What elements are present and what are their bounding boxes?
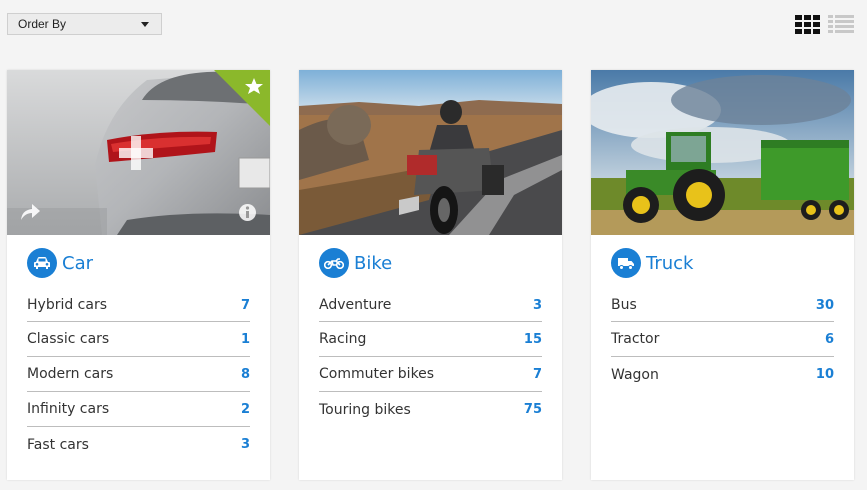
subcategory-list: Hybrid cars 7 Classic cars 1 Modern cars 8 … [27, 289, 250, 462]
list-item[interactable]: Touring bikes 75 [319, 392, 542, 427]
list-item-label: Touring bikes [319, 401, 411, 418]
list-item-count: 6 [824, 331, 834, 347]
plus-icon[interactable] [117, 134, 155, 172]
list-item[interactable]: Commuter bikes 7 [319, 357, 542, 392]
category-header-bike[interactable]: Bike [319, 247, 542, 279]
list-item[interactable]: Wagon 10 [611, 357, 834, 392]
list-item[interactable]: Fast cars 3 [27, 427, 250, 462]
list-item-label: Racing [319, 331, 367, 347]
list-item-label: Bus [611, 297, 637, 313]
subcategory-list: Adventure 3 Racing 15 Commuter bikes 7 Tour… [319, 289, 542, 427]
chevron-down-icon [141, 22, 149, 27]
motorcycle-icon [319, 248, 349, 278]
truck-icon [611, 248, 641, 278]
info-icon[interactable] [238, 203, 257, 222]
list-item[interactable]: Adventure 3 [319, 289, 542, 322]
bike-image[interactable] [299, 70, 562, 235]
list-item-label: Hybrid cars [27, 297, 108, 313]
list-item-label: Infinity cars [27, 401, 110, 417]
grid-icon [795, 15, 820, 34]
list-item[interactable]: Classic cars 1 [27, 322, 250, 357]
list-item-label: Fast cars [27, 436, 89, 453]
list-item[interactable]: Racing 15 [319, 322, 542, 357]
grid-view-button[interactable] [795, 15, 821, 35]
category-title: Bike [354, 252, 393, 274]
category-title: Truck [646, 252, 694, 274]
category-card-car: Car Hybrid cars 7 Classic cars 1 Modern ca… [7, 70, 270, 480]
car-icon [27, 248, 57, 278]
list-item-count: 10 [815, 367, 834, 382]
category-card-bike: Bike Adventure 3 Racing 15 Commuter bikes 7… [299, 70, 562, 480]
list-item-count: 1 [240, 331, 250, 347]
list-item-label: Wagon [611, 366, 659, 383]
subcategory-list: Bus 30 Tractor 6 Wagon 10 [611, 289, 834, 392]
car-image[interactable] [7, 70, 270, 235]
list-item[interactable]: Bus 30 [611, 289, 834, 322]
list-item-label: Adventure [319, 297, 392, 313]
list-view-button[interactable] [828, 15, 854, 35]
list-item-label: Modern cars [27, 366, 114, 382]
list-item-count: 8 [240, 366, 250, 382]
list-item-count: 7 [240, 297, 250, 313]
category-title: Car [62, 252, 93, 274]
list-item[interactable]: Infinity cars 2 [27, 392, 250, 427]
list-item-label: Classic cars [27, 331, 110, 347]
list-item-count: 7 [532, 366, 542, 382]
list-item[interactable]: Modern cars 8 [27, 357, 250, 392]
list-item-count: 75 [523, 402, 542, 417]
category-header-truck[interactable]: Truck [611, 247, 834, 279]
category-header-car[interactable]: Car [27, 247, 250, 279]
list-item-count: 15 [523, 331, 542, 347]
category-card-truck: Truck Bus 30 Tractor 6 Wagon 10 [591, 70, 854, 480]
list-item-label: Tractor [611, 331, 660, 347]
list-item[interactable]: Hybrid cars 7 [27, 289, 250, 322]
list-item-count: 2 [240, 401, 250, 417]
list-icon [828, 15, 854, 33]
list-item[interactable]: Tractor 6 [611, 322, 834, 357]
list-item-count: 3 [240, 437, 250, 452]
favorite-badge[interactable] [214, 70, 270, 126]
list-item-count: 3 [532, 297, 542, 313]
truck-image[interactable] [591, 70, 854, 235]
order-by-label: Order By [18, 17, 67, 31]
share-icon[interactable] [19, 202, 41, 222]
list-item-count: 30 [815, 297, 834, 313]
order-by-dropdown[interactable]: Order By [7, 13, 162, 35]
list-item-label: Commuter bikes [319, 366, 435, 382]
